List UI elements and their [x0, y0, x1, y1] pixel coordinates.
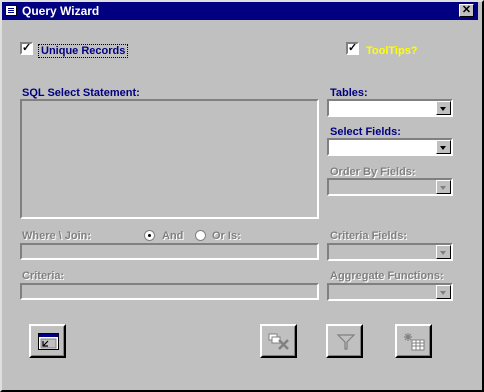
criteria-field[interactable] [20, 283, 319, 300]
and-radio-label[interactable]: And [162, 230, 183, 242]
order-by-combo[interactable] [327, 178, 453, 196]
criteria-fields-combo[interactable] [327, 243, 453, 261]
aggregate-functions-label: Aggregate Functions: [330, 270, 444, 282]
sql-statement-box[interactable] [20, 99, 319, 219]
and-radio[interactable] [144, 230, 155, 241]
unique-records-checkbox[interactable]: ✓ [20, 42, 33, 55]
tooltips-checkbox[interactable]: ✓ [346, 42, 359, 55]
order-by-label: Order By Fields: [330, 166, 416, 178]
tables-label: Tables: [330, 87, 368, 99]
clear-query-button[interactable] [260, 324, 297, 358]
chevron-down-icon[interactable] [436, 245, 451, 259]
run-query-button[interactable] [395, 324, 432, 358]
select-fields-label: Select Fields: [330, 126, 401, 138]
sql-statement-label: SQL Select Statement: [22, 87, 140, 99]
chevron-down-icon[interactable] [436, 140, 451, 154]
chevron-down-icon[interactable] [436, 180, 451, 194]
close-button[interactable]: ✕ [459, 4, 474, 17]
select-fields-combo[interactable] [327, 138, 453, 156]
window-title: Query Wizard [22, 4, 100, 18]
filter-icon [336, 334, 356, 350]
filter-button[interactable] [326, 324, 363, 358]
criteria-label: Criteria: [22, 270, 65, 282]
exit-form-icon [38, 333, 59, 350]
tooltips-label[interactable]: ToolTips? [366, 45, 418, 57]
chevron-down-icon[interactable] [436, 101, 451, 115]
unique-records-label[interactable]: Unique Records [38, 44, 129, 58]
or-radio-label[interactable]: Or Is: [212, 230, 241, 242]
where-join-label: Where \ Join: [22, 230, 92, 242]
clear-query-icon [268, 333, 289, 350]
chevron-down-icon[interactable] [436, 285, 451, 299]
criteria-fields-label: Criteria Fields: [330, 230, 408, 242]
aggregate-functions-combo[interactable] [327, 283, 453, 301]
where-join-field[interactable] [20, 243, 319, 260]
run-query-icon [404, 333, 425, 351]
exit-form-button[interactable] [29, 324, 66, 358]
title-bar[interactable]: Query Wizard ✕ [2, 2, 478, 20]
form-icon [5, 5, 17, 16]
or-radio[interactable] [195, 230, 206, 241]
tables-combo[interactable] [327, 99, 453, 117]
